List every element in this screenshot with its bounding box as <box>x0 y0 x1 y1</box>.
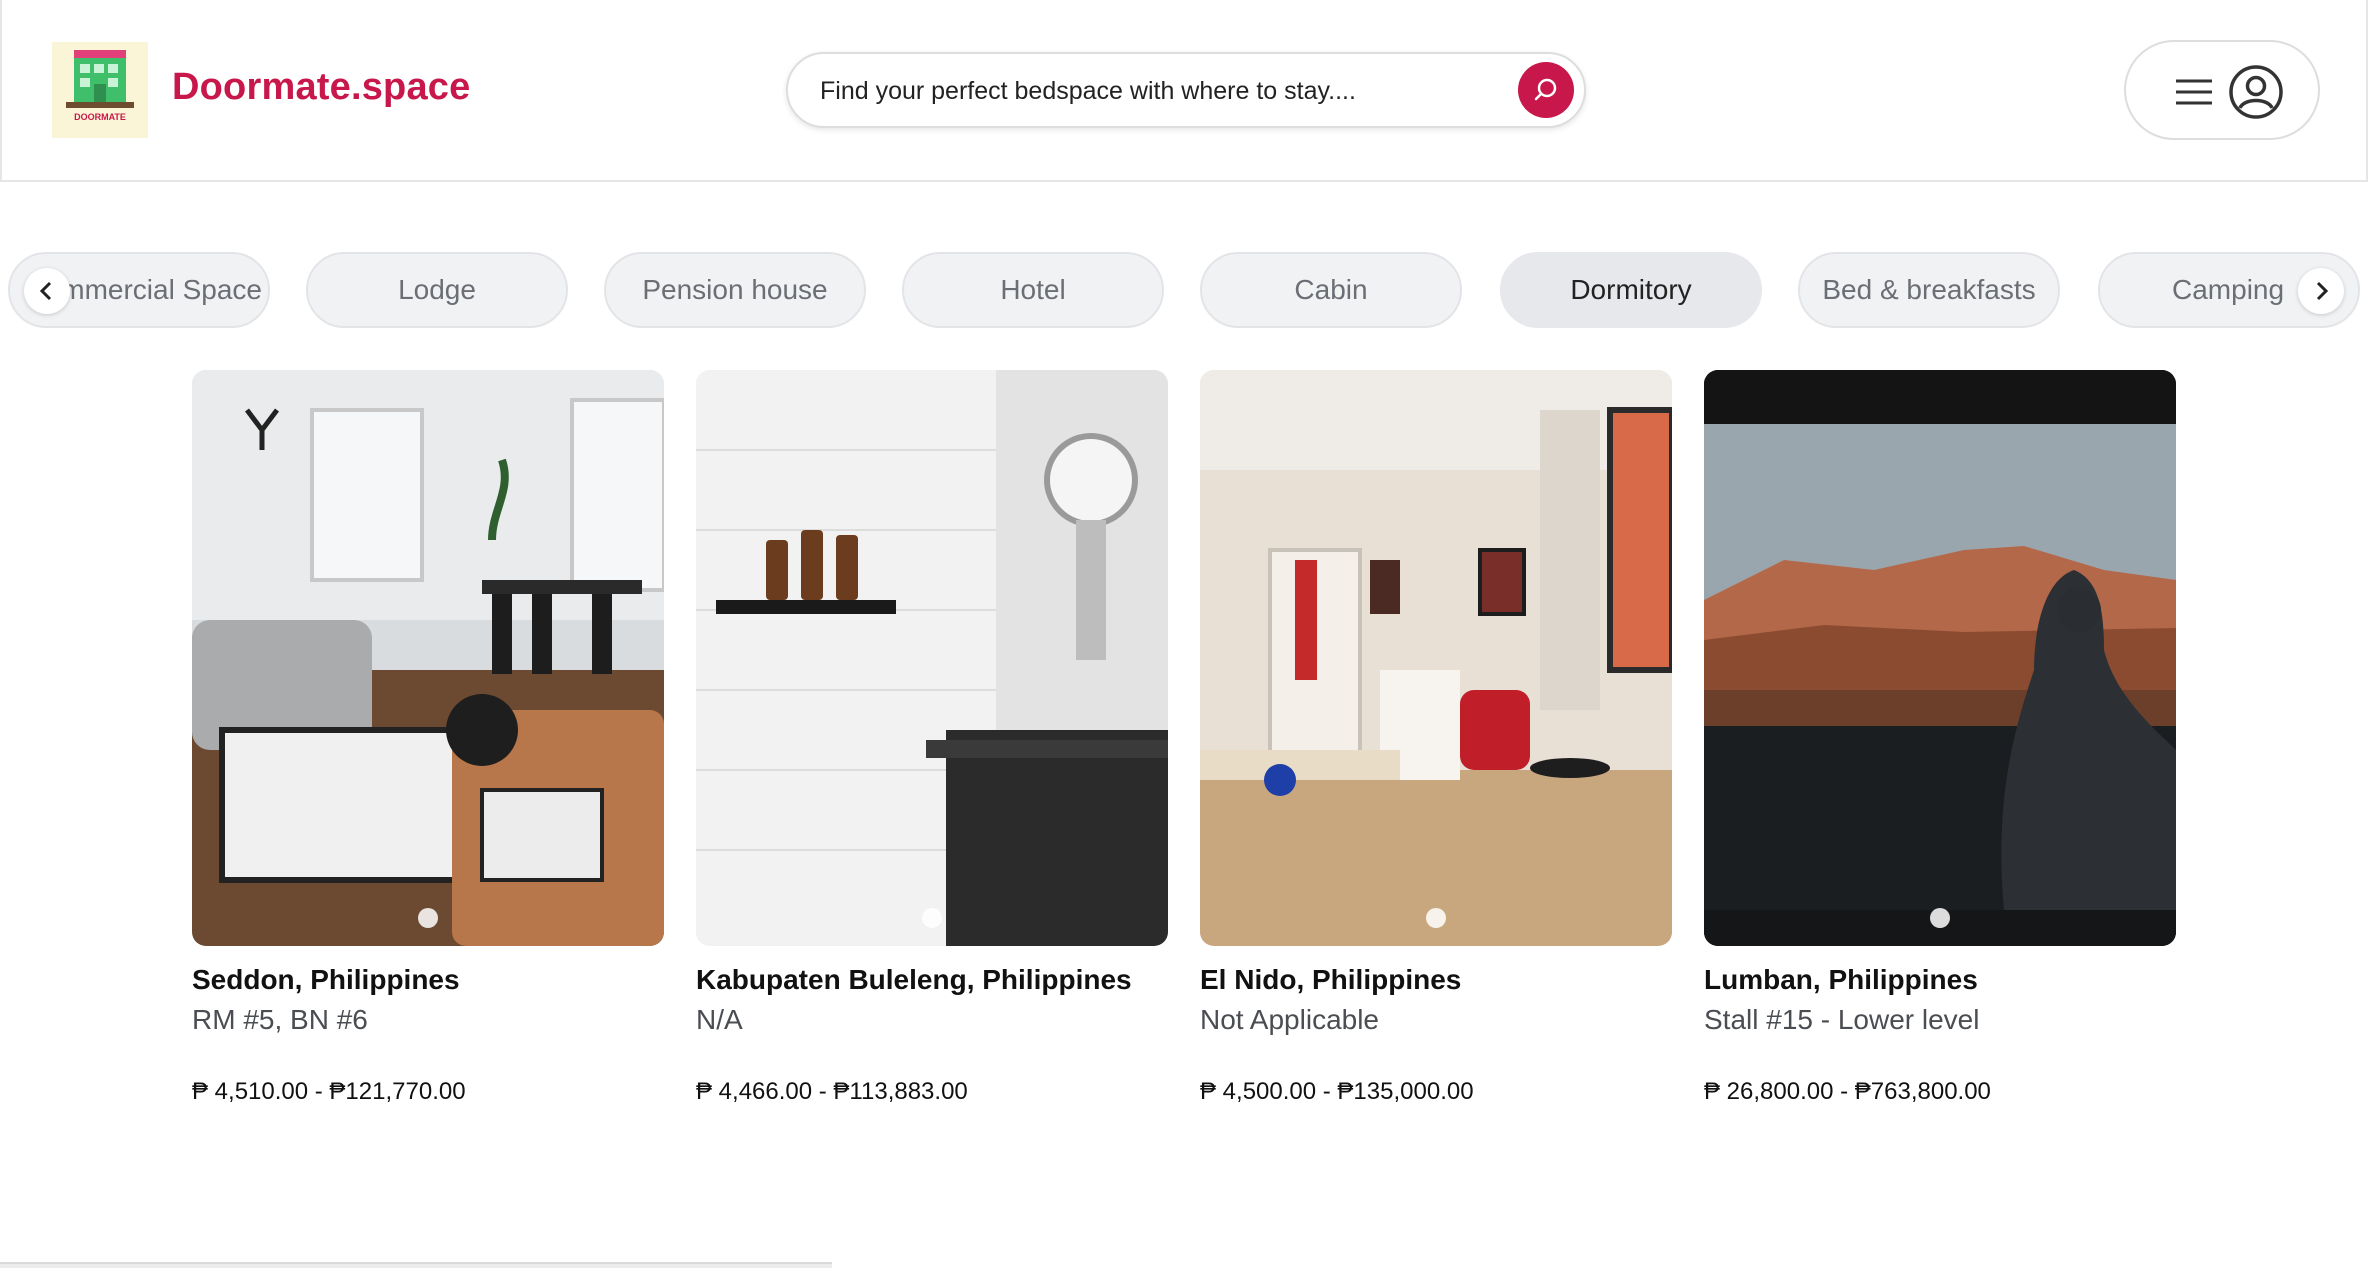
listing-detail: RM #5, BN #6 <box>192 1004 368 1035</box>
listing-location: Lumban, Philippines <box>1704 964 1978 995</box>
chevron-right-icon <box>2316 281 2329 301</box>
house-logo-icon: DOORMATE <box>52 42 148 138</box>
category-chip-dormitory[interactable]: Dormitory <box>1500 252 1762 328</box>
photo-pager-dot[interactable] <box>922 908 942 928</box>
bottom-scroll-indicator <box>0 1262 832 1268</box>
search-bar[interactable] <box>786 52 1586 128</box>
top-header: DOORMATE Doormate.space <box>0 0 2368 182</box>
listing-detail: Stall #15 - Lower level <box>1704 1004 1980 1035</box>
category-chip-label: Pension house <box>642 274 828 305</box>
listing-price: ₱ 4,466.00 - ₱113,883.00 <box>696 1078 968 1105</box>
category-chip-label: Bed & breakfasts <box>1822 274 2036 305</box>
listing-detail: N/A <box>696 1004 743 1035</box>
listing-price: ₱ 4,510.00 - ₱121,770.00 <box>192 1078 466 1105</box>
listing-photo[interactable] <box>1200 370 1672 946</box>
listing-card[interactable]: El Nido, Philippines Not Applicable ₱ 4,… <box>1200 370 1672 1105</box>
category-chip-pension-house[interactable]: Pension house <box>604 252 866 328</box>
listing-card[interactable]: Lumban, Philippines Stall #15 - Lower le… <box>1704 370 2176 1105</box>
listing-card[interactable]: Kabupaten Buleleng, Philippines N/A ₱ 4,… <box>696 370 1168 1105</box>
category-chip-label: Dormitory <box>1570 274 1692 305</box>
bright-apartment-image <box>1200 370 1672 946</box>
listing-detail: Not Applicable <box>1200 1004 1380 1035</box>
listing-location: Kabupaten Buleleng, Philippines <box>696 964 1132 995</box>
category-prev-button[interactable] <box>24 268 70 314</box>
listing-photo[interactable] <box>1704 370 2176 946</box>
brand-name[interactable]: Doormate.space <box>172 66 470 109</box>
user-circle-icon <box>2229 65 2283 119</box>
photo-pager-dot[interactable] <box>1930 908 1950 928</box>
listing-price: ₱ 4,500.00 - ₱135,000.00 <box>1200 1078 1474 1105</box>
category-chip-bed-breakfasts[interactable]: Bed & breakfasts <box>1798 252 2060 328</box>
listing-location: El Nido, Philippines <box>1200 964 1462 995</box>
logo[interactable]: DOORMATE <box>52 42 148 138</box>
listing-photo[interactable] <box>696 370 1168 946</box>
search-icon <box>1534 78 1557 101</box>
category-chip-hotel[interactable]: Hotel <box>902 252 1164 328</box>
bathroom-image <box>696 370 1168 946</box>
category-chip-label: Cabin <box>1294 274 1368 305</box>
listing-card[interactable]: Seddon, Philippines RM #5, BN #6 ₱ 4,510… <box>192 370 664 1105</box>
category-chip-cabin[interactable]: Cabin <box>1200 252 1462 328</box>
category-chip-label: Lodge <box>398 274 476 305</box>
listing-photo[interactable] <box>192 370 664 946</box>
listing-location: Seddon, Philippines <box>192 964 460 995</box>
svg-text:DOORMATE: DOORMATE <box>74 112 126 122</box>
category-chip-label: Hotel <box>1000 274 1066 305</box>
category-next-button[interactable] <box>2298 268 2344 314</box>
listing-price: ₱ 26,800.00 - ₱763,800.00 <box>1704 1078 1991 1105</box>
photo-pager-dot[interactable] <box>1426 908 1446 928</box>
search-input[interactable] <box>820 66 1470 116</box>
category-bar: Commercial Space Lodge Pension house Hot… <box>0 252 2368 332</box>
user-menu-button[interactable] <box>2124 40 2320 140</box>
category-chip-label: Camping <box>2172 274 2285 305</box>
living-room-image <box>192 370 664 946</box>
category-chip-lodge[interactable]: Lodge <box>306 252 568 328</box>
chevron-left-icon <box>39 281 52 301</box>
hamburger-menu-icon <box>2176 79 2212 105</box>
mountain-view-image <box>1704 370 2176 946</box>
search-button[interactable] <box>1518 62 1574 118</box>
photo-pager-dot[interactable] <box>418 908 438 928</box>
